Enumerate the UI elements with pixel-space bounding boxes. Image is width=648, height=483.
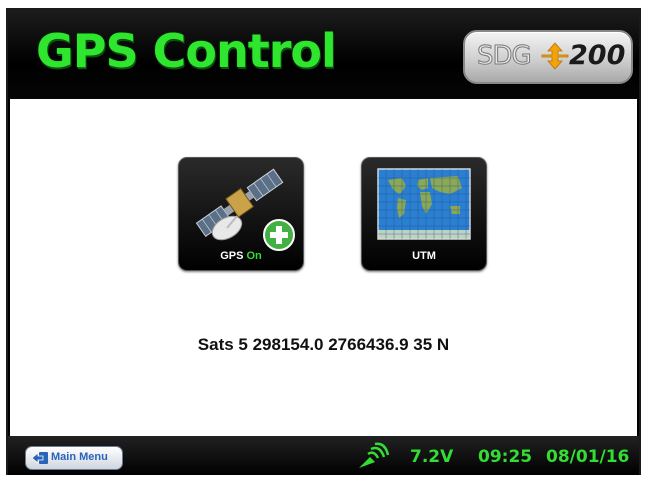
utm-button[interactable]: UTM bbox=[361, 157, 487, 271]
gps-state-label: On bbox=[246, 250, 262, 262]
gps-toggle-button[interactable]: GPS On bbox=[178, 157, 304, 271]
battery-voltage: 7.2V bbox=[410, 447, 454, 467]
gps-label-prefix: GPS bbox=[220, 250, 247, 262]
back-arrow-icon bbox=[31, 451, 49, 470]
clock-time: 09:25 bbox=[478, 447, 533, 467]
clock-date: 08/01/16 bbox=[546, 447, 630, 467]
logo-brand: SDG bbox=[477, 41, 533, 72]
utm-tile-label: UTM bbox=[412, 250, 436, 262]
main-panel: GPS On UTM Sats 5 298154.0 2766436.9 35 … bbox=[10, 99, 637, 436]
logo-model: 200 bbox=[569, 40, 626, 71]
main-menu-label: Main Menu bbox=[51, 451, 108, 463]
header-bar: GPS Control SDG 200 bbox=[8, 10, 639, 99]
device-screen: GPS Control SDG 200 GPS On UTM Sats 5 29… bbox=[6, 8, 641, 475]
sdg-200-logo: SDG 200 bbox=[463, 30, 633, 84]
gps-tile-label: GPS On bbox=[179, 250, 303, 262]
gps-status-readout: Sats 5 298154.0 2766436.9 35 N bbox=[197, 335, 450, 354]
gps-signal-icon bbox=[356, 442, 390, 475]
logo-arrow-icon bbox=[541, 42, 569, 75]
main-menu-button[interactable]: Main Menu bbox=[25, 446, 123, 470]
page-title: GPS Control bbox=[36, 24, 337, 78]
footer-bar: Main Menu 7.2V 09:25 08/01/16 bbox=[8, 436, 639, 475]
